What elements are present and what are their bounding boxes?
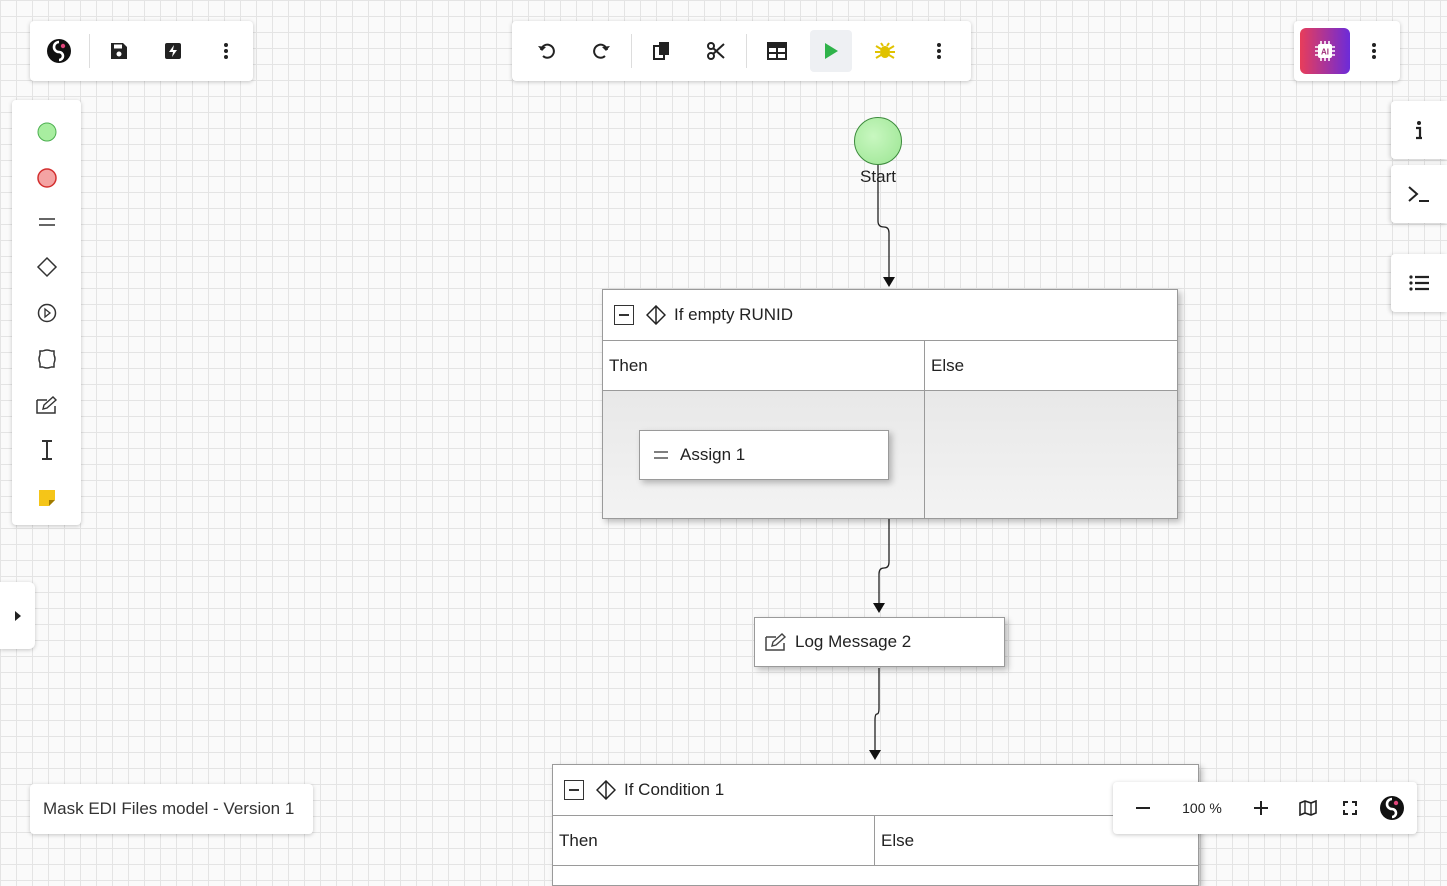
map-icon xyxy=(1299,800,1317,816)
toolbar-divider xyxy=(88,34,90,68)
more-vert-icon[interactable] xyxy=(1362,30,1386,72)
plus-icon xyxy=(1254,801,1268,815)
zoom-controls: 100 % xyxy=(1113,782,1417,834)
ai-toolbar: AI xyxy=(1294,21,1400,81)
table-icon[interactable] xyxy=(756,30,798,72)
caret-right-icon xyxy=(14,610,21,621)
then-branch-header: Then xyxy=(553,816,875,866)
loop-icon[interactable] xyxy=(12,339,81,379)
copy-icon[interactable] xyxy=(641,30,683,72)
more-vert-icon[interactable] xyxy=(918,30,960,72)
list-icon xyxy=(1409,275,1429,291)
log-message-label: Log Message 2 xyxy=(795,632,912,651)
assign-icon xyxy=(654,451,668,459)
log-message-node[interactable]: Log Message 2 xyxy=(754,617,1005,667)
condition-block[interactable]: If Condition 1 Then Else xyxy=(552,764,1199,886)
text-cursor-icon[interactable] xyxy=(12,430,81,470)
minus-icon xyxy=(1136,807,1150,809)
fullscreen-icon xyxy=(1343,801,1357,815)
condition-header: If empty RUNID xyxy=(603,290,1177,341)
condition-block[interactable]: If empty RUNID Then Else Assign 1 xyxy=(602,289,1178,519)
terminal-button[interactable] xyxy=(1391,165,1447,223)
save-icon[interactable] xyxy=(98,30,140,72)
condition-title: If Condition 1 xyxy=(624,780,725,799)
app-logo-icon[interactable] xyxy=(38,30,80,72)
zoom-out-button[interactable] xyxy=(1123,787,1163,829)
more-vert-icon[interactable] xyxy=(205,30,247,72)
undo-icon[interactable] xyxy=(526,30,568,72)
condition-icon[interactable] xyxy=(12,247,81,287)
ai-label: AI xyxy=(1321,48,1329,57)
outline-button[interactable] xyxy=(1391,254,1447,312)
call-subflow-icon[interactable] xyxy=(12,293,81,333)
app-logo-icon[interactable] xyxy=(1374,787,1410,829)
expand-panel-button[interactable] xyxy=(0,582,35,649)
main-toolbar xyxy=(30,21,253,81)
else-branch xyxy=(925,391,1177,518)
assign-icon[interactable] xyxy=(12,202,81,242)
node-palette xyxy=(12,100,81,525)
start-node[interactable] xyxy=(854,117,902,165)
log-message-icon xyxy=(765,633,787,651)
cut-icon[interactable] xyxy=(695,30,737,72)
end-node-icon[interactable] xyxy=(12,158,81,198)
assign-label: Assign 1 xyxy=(680,445,746,464)
collapse-button[interactable] xyxy=(614,305,634,325)
ai-assistant-icon[interactable]: AI xyxy=(1300,28,1350,74)
condition-header: If Condition 1 xyxy=(553,765,1198,816)
model-title-text: Mask EDI Files model - Version 1 xyxy=(43,799,295,818)
condition-icon xyxy=(596,780,616,800)
minimap-button[interactable] xyxy=(1290,787,1326,829)
edit-toolbar xyxy=(512,21,971,81)
toolbar-divider xyxy=(746,34,747,68)
zoom-in-button[interactable] xyxy=(1241,787,1281,829)
sticky-note-icon[interactable] xyxy=(12,478,81,518)
log-message-icon[interactable] xyxy=(12,385,81,425)
run-icon[interactable] xyxy=(810,30,852,72)
else-branch-header: Else xyxy=(925,341,1177,391)
zoom-level: 100 % xyxy=(1182,800,1222,816)
debug-icon[interactable] xyxy=(864,30,906,72)
condition-icon xyxy=(646,305,666,325)
model-title: Mask EDI Files model - Version 1 xyxy=(30,784,313,834)
assign-node[interactable]: Assign 1 xyxy=(639,430,889,480)
start-label: Start xyxy=(860,167,896,186)
then-branch-header: Then xyxy=(603,341,925,391)
info-icon xyxy=(1416,121,1422,140)
condition-title: If empty RUNID xyxy=(674,305,794,324)
redo-icon[interactable] xyxy=(580,30,622,72)
publish-icon[interactable] xyxy=(152,30,194,72)
collapse-button[interactable] xyxy=(564,780,584,800)
start-node-icon[interactable] xyxy=(12,112,81,152)
info-button[interactable] xyxy=(1391,101,1447,159)
fullscreen-button[interactable] xyxy=(1332,787,1368,829)
terminal-icon xyxy=(1408,186,1429,202)
toolbar-divider xyxy=(631,34,632,68)
